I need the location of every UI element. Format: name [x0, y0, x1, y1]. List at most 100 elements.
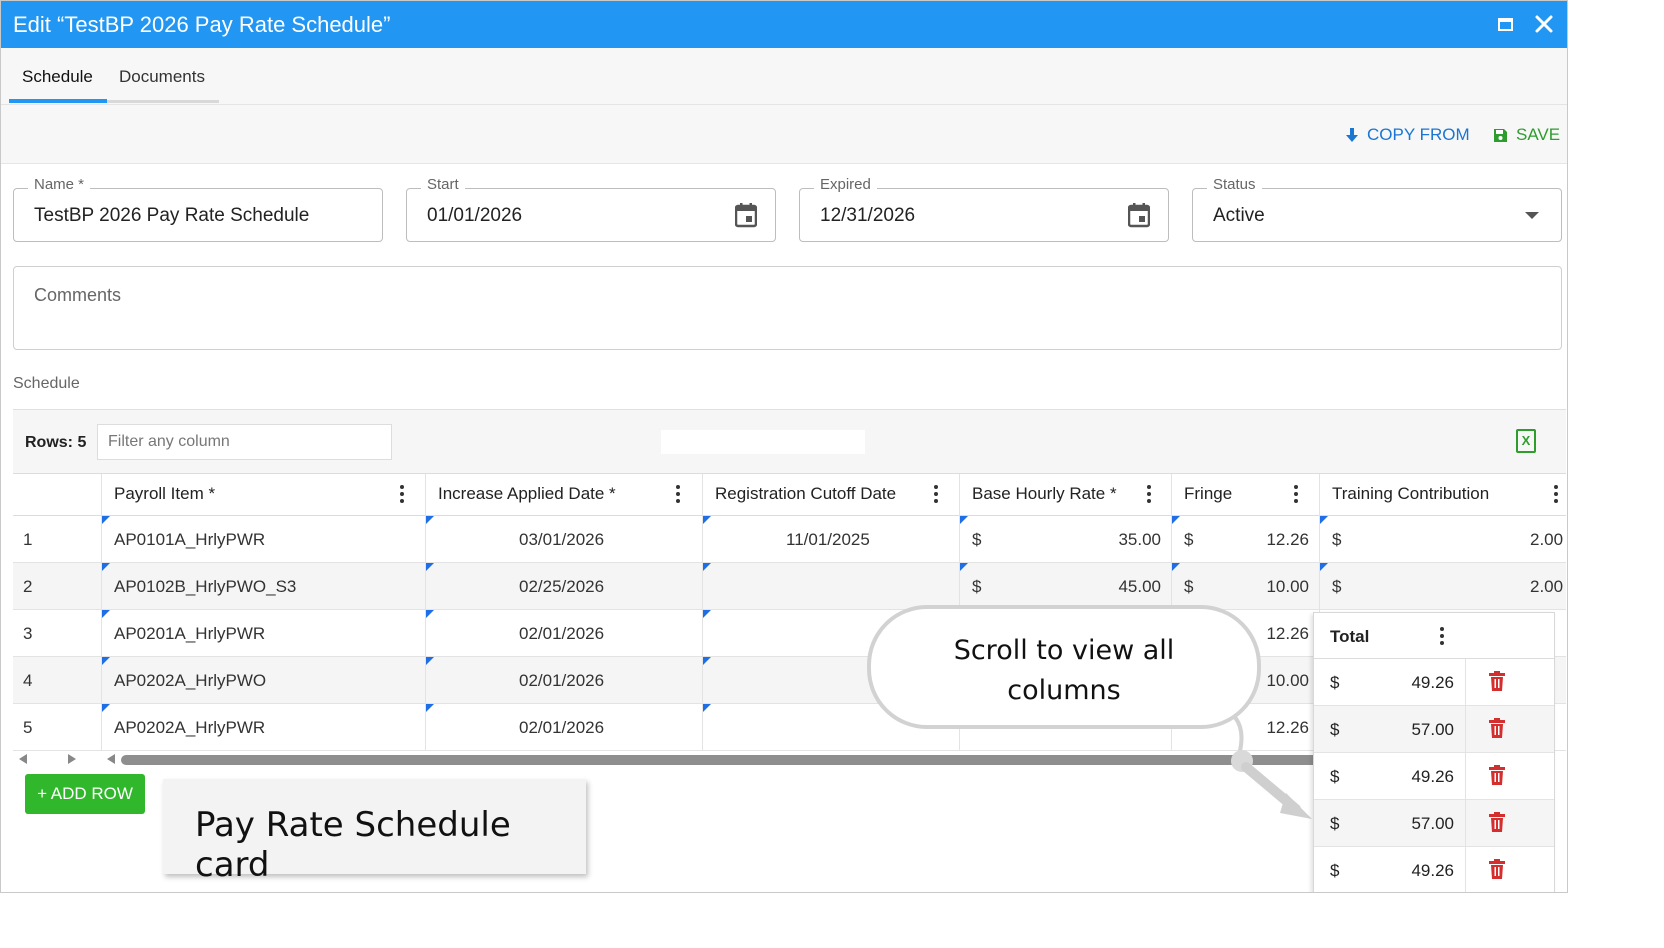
- trash-icon[interactable]: [1489, 718, 1505, 738]
- save-button[interactable]: SAVE: [1493, 125, 1560, 145]
- table-row[interactable]: 1 AP0101A_HrlyPWR 03/01/2026 11/01/2025 …: [13, 516, 1566, 563]
- name-field[interactable]: Name * TestBP 2026 Pay Rate Schedule: [13, 176, 383, 242]
- start-value: 01/01/2026: [427, 205, 523, 226]
- row-number: 2: [23, 577, 33, 596]
- row-number: 5: [23, 718, 33, 737]
- calendar-icon[interactable]: [735, 202, 757, 228]
- save-label: SAVE: [1516, 125, 1561, 144]
- name-value: TestBP 2026 Pay Rate Schedule: [34, 205, 310, 226]
- table-row[interactable]: 2 AP0102B_HrlyPWO_S3 02/25/2026 $45.00 $…: [13, 563, 1566, 610]
- annotation-card-label: Pay Rate Schedule card: [163, 779, 586, 885]
- tab-divider: [107, 100, 219, 103]
- copy-from-button[interactable]: COPY FROM: [1345, 125, 1470, 145]
- training-cell: 2.00: [1530, 577, 1564, 596]
- status-value: Active: [1213, 205, 1265, 226]
- table-row[interactable]: $ 49.26: [1314, 659, 1554, 706]
- scroll-right-icon[interactable]: [68, 754, 76, 764]
- close-icon[interactable]: [1531, 10, 1557, 38]
- schedule-section-label: Schedule: [13, 375, 80, 392]
- scrollbar-thumb[interactable]: [121, 755, 1321, 765]
- grid-toolbar: Rows: 5 X: [13, 410, 1566, 474]
- column-menu-icon[interactable]: [400, 485, 404, 505]
- excel-export-icon[interactable]: X: [1516, 429, 1536, 453]
- fringe-cell: 10.00: [1266, 671, 1309, 690]
- header-fringe[interactable]: Fringe: [1171, 474, 1319, 516]
- scroll-left-icon[interactable]: [19, 754, 27, 764]
- column-menu-icon[interactable]: [1147, 485, 1151, 505]
- row-number: 3: [23, 624, 33, 643]
- save-disk-icon: [1494, 128, 1507, 142]
- status-select[interactable]: Status Active: [1192, 176, 1562, 242]
- column-menu-icon[interactable]: [1440, 627, 1444, 648]
- calendar-icon[interactable]: [1128, 202, 1150, 228]
- increase-date-cell: 02/25/2026: [519, 577, 605, 596]
- total-column-zoom: Total $ 49.26 $ 57.00 $ 49.26 $ 57.00 $ …: [1313, 612, 1555, 892]
- header-base-hourly-rate[interactable]: Base Hourly Rate *: [959, 474, 1171, 516]
- trash-icon[interactable]: [1489, 671, 1505, 691]
- maximize-icon[interactable]: [1493, 10, 1519, 38]
- trash-icon[interactable]: [1489, 812, 1505, 832]
- expired-value: 12/31/2026: [820, 205, 916, 226]
- header-registration-cutoff-date[interactable]: Registration Cutoff Date: [702, 474, 959, 516]
- payroll-item-cell: AP0102B_HrlyPWO_S3: [114, 577, 297, 596]
- table-row[interactable]: $ 49.26: [1314, 753, 1554, 800]
- table-row[interactable]: $ 57.00: [1314, 800, 1554, 847]
- tab-bar: Schedule Documents: [1, 48, 1567, 105]
- increase-date-cell: 02/01/2026: [519, 671, 605, 690]
- column-menu-icon[interactable]: [1294, 485, 1298, 505]
- action-bar: COPY FROM SAVE: [1, 105, 1567, 164]
- column-menu-icon[interactable]: [1554, 485, 1558, 505]
- training-cell: 2.00: [1530, 530, 1564, 549]
- comments-field[interactable]: Comments: [13, 266, 1562, 350]
- tab-documents[interactable]: Documents: [119, 67, 205, 87]
- currency-symbol: $: [1332, 577, 1342, 596]
- currency-symbol: $: [1184, 577, 1194, 596]
- fringe-cell: 10.00: [1266, 577, 1309, 596]
- payroll-item-cell: AP0202A_HrlyPWR: [114, 718, 266, 737]
- increase-date-cell: 02/01/2026: [519, 718, 605, 737]
- total-cell: 57.00: [1411, 814, 1454, 833]
- base-rate-cell: 45.00: [1118, 577, 1161, 596]
- scroll-left-icon[interactable]: [107, 754, 115, 764]
- total-cell: 57.00: [1411, 720, 1454, 739]
- column-menu-icon[interactable]: [676, 485, 680, 505]
- row-number: 1: [23, 530, 33, 549]
- dropdown-caret-icon: [1525, 212, 1539, 219]
- download-arrow-icon: [1346, 128, 1358, 142]
- scroll-callout: Scroll to view all columns: [867, 605, 1261, 729]
- increase-date-cell: 02/01/2026: [519, 624, 605, 643]
- payroll-item-cell: AP0101A_HrlyPWR: [114, 530, 266, 549]
- dialog-title: Edit “TestBP 2026 Pay Rate Schedule”: [13, 12, 391, 37]
- currency-symbol: $: [972, 530, 982, 549]
- header-training-contribution[interactable]: Training Contribution: [1319, 474, 1566, 516]
- name-label: Name *: [28, 176, 91, 193]
- grid-header: Payroll Item * Increase Applied Date * R…: [13, 474, 1566, 516]
- title-bar: Edit “TestBP 2026 Pay Rate Schedule”: [1, 1, 1567, 48]
- payroll-item-cell: AP0202A_HrlyPWO: [114, 671, 267, 690]
- trash-icon[interactable]: [1489, 859, 1505, 879]
- total-cell: 49.26: [1411, 673, 1454, 692]
- header-total[interactable]: Total: [1314, 613, 1554, 659]
- base-rate-cell: 35.00: [1118, 530, 1161, 549]
- start-date-field[interactable]: Start 01/01/2026: [406, 176, 776, 242]
- currency-symbol: $: [1184, 530, 1194, 549]
- increase-date-cell: 03/01/2026: [519, 530, 605, 549]
- filter-input[interactable]: [97, 424, 392, 460]
- trash-icon[interactable]: [1489, 765, 1505, 785]
- add-row-button[interactable]: + ADD ROW: [25, 774, 145, 814]
- table-row[interactable]: $ 57.00: [1314, 706, 1554, 753]
- column-menu-icon[interactable]: [934, 485, 938, 505]
- header-increase-applied-date[interactable]: Increase Applied Date *: [425, 474, 702, 516]
- status-label: Status: [1207, 176, 1262, 193]
- header-payroll-item[interactable]: Payroll Item *: [101, 474, 425, 516]
- total-cell: 49.26: [1411, 861, 1454, 880]
- copy-from-label: COPY FROM: [1367, 125, 1470, 144]
- fringe-cell: 12.26: [1266, 624, 1309, 643]
- active-tab-indicator: [9, 99, 107, 103]
- table-row[interactable]: $ 49.26: [1314, 847, 1554, 892]
- tab-schedule[interactable]: Schedule: [22, 67, 93, 87]
- cutoff-date-cell: 11/01/2025: [786, 530, 870, 549]
- expired-date-field[interactable]: Expired 12/31/2026: [799, 176, 1169, 242]
- payroll-item-cell: AP0201A_HrlyPWR: [114, 624, 266, 643]
- total-cell: 49.26: [1411, 767, 1454, 786]
